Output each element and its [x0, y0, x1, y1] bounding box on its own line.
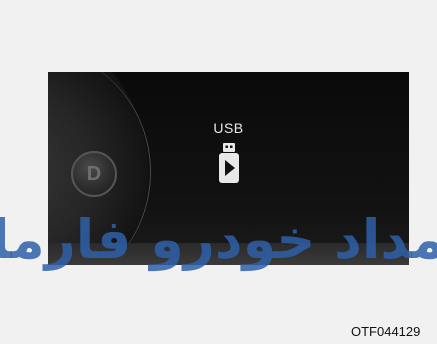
display-screen: D USB [48, 72, 409, 265]
usb-source-label: USB [213, 120, 244, 136]
drive-mode-letter: D [86, 162, 102, 185]
bottom-bar [48, 243, 409, 265]
figure-code: OTF044129 [351, 324, 421, 339]
usb-drive-play-icon [218, 143, 239, 183]
drive-mode-dial: D [71, 151, 117, 197]
